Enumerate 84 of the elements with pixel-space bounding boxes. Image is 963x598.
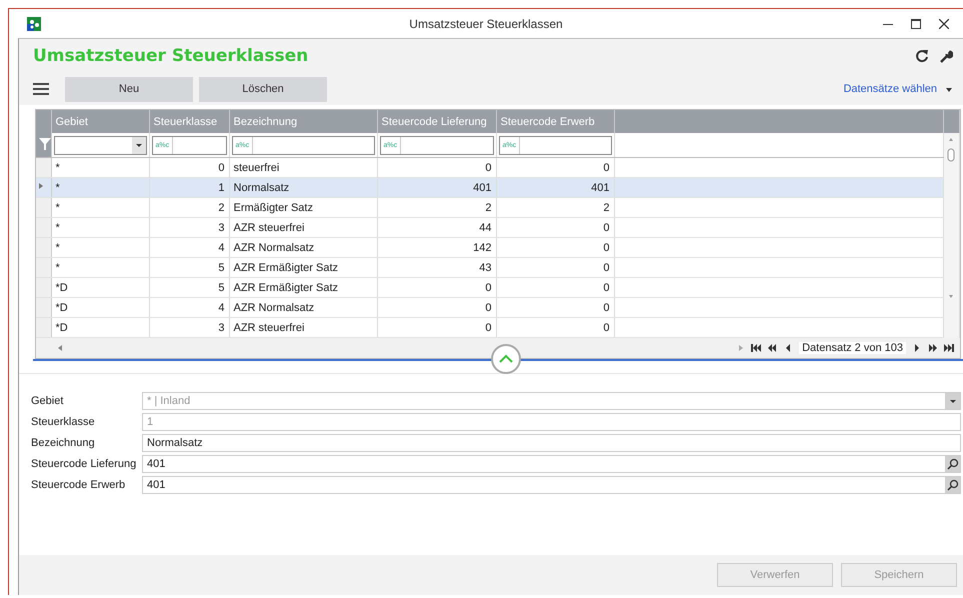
table-cell: 1: [218, 182, 224, 194]
table-cell: AZR Normalsatz: [234, 302, 314, 314]
table-cell: 2: [603, 202, 610, 214]
field-label: Steuercode Lieferung: [31, 458, 138, 470]
table-row[interactable]: * 5 AZR Ermäßigter Satz 43 0: [36, 258, 960, 278]
table-cell: 5: [218, 282, 224, 294]
toolbar-button[interactable]: Neu: [65, 76, 193, 102]
next-page-icon[interactable]: [928, 343, 938, 353]
table-cell: 0: [603, 242, 610, 254]
first-record-icon[interactable]: [751, 343, 762, 353]
app-icon: [27, 16, 41, 30]
field-label: Steuercode Erwerb: [31, 479, 126, 491]
table-cell: AZR Normalsatz: [234, 242, 314, 254]
scroll-left-icon[interactable]: [56, 343, 64, 353]
table-cell: 43: [479, 262, 492, 274]
toolbar-button[interactable]: Löschen: [199, 76, 327, 102]
filter-icon: [38, 136, 52, 150]
table-row[interactable]: *D 4 AZR Normalsatz 0 0: [36, 298, 960, 318]
table-cell: 0: [603, 302, 610, 314]
table-cell: 0: [485, 302, 492, 314]
search-icon[interactable]: [946, 458, 958, 470]
field-label: Bezeichnung: [31, 437, 96, 449]
table-cell: AZR steuerfrei: [234, 322, 304, 334]
table-cell: *D: [56, 282, 68, 294]
field-label: Steuerklasse: [31, 416, 96, 428]
table-cell: AZR steuerfrei: [234, 222, 304, 234]
table-cell: 0: [485, 282, 492, 294]
table-cell: 0: [603, 162, 610, 174]
table-cell: 3: [218, 322, 224, 334]
input-field[interactable]: Normalsatz: [142, 434, 961, 452]
table-cell: Ermäßigter Satz: [234, 202, 313, 214]
table-row[interactable]: *D 5 AZR Ermäßigter Satz 0 0: [36, 278, 960, 298]
caret-icon[interactable]: [134, 141, 142, 149]
table-cell: *: [56, 162, 60, 174]
table-cell: 4: [218, 242, 224, 254]
filter-field[interactable]: [54, 136, 146, 154]
table-cell: 0: [485, 322, 492, 334]
table-cell: 4: [218, 302, 224, 314]
table-cell: 2: [218, 202, 224, 214]
table-cell: 142: [473, 242, 492, 254]
table-cell: 0: [485, 162, 492, 174]
field-label: Gebiet: [31, 395, 64, 407]
table-cell: *: [56, 222, 60, 234]
table-row[interactable]: * 3 AZR steuerfrei 44 0: [36, 218, 960, 238]
table-cell: *: [56, 242, 60, 254]
table-cell: 0: [603, 282, 610, 294]
record-select-link[interactable]: Datensätze wählen: [843, 83, 937, 95]
table-cell: 401: [591, 182, 610, 194]
table-cell: 0: [603, 322, 610, 334]
last-record-icon[interactable]: [944, 343, 954, 353]
table-cell: *D: [56, 302, 68, 314]
record-counter: Datensatz 2 von 103: [799, 342, 906, 354]
window-title: Umsatzsteuer Steuerklassen: [409, 16, 563, 30]
table-cell: *: [56, 202, 60, 214]
previous-page-icon[interactable]: [767, 343, 778, 353]
table-row[interactable]: * 1 Normalsatz 401 401: [36, 178, 960, 198]
table-row[interactable]: * 2 Ermäßigter Satz 2 2: [36, 198, 960, 218]
table-cell: 0: [218, 162, 224, 174]
table-cell: 3: [218, 222, 224, 234]
caret-icon[interactable]: [945, 85, 953, 93]
table-cell: 5: [218, 262, 224, 274]
table-row[interactable]: * 4 AZR Normalsatz 142 0: [36, 238, 960, 258]
lookup-field[interactable]: 401: [142, 476, 961, 494]
table-cell: *: [56, 182, 60, 194]
table-cell: Normalsatz: [234, 182, 290, 194]
table-cell: *D: [56, 322, 68, 334]
table-cell: 0: [603, 262, 610, 274]
lookup-field[interactable]: 401: [142, 455, 961, 473]
table-cell: AZR Ermäßigter Satz: [234, 282, 338, 294]
table-cell: steuerfrei: [234, 162, 280, 174]
table-cell: *: [56, 262, 60, 274]
menu-icon[interactable]: [33, 82, 49, 96]
table-cell: 44: [479, 222, 492, 234]
search-icon[interactable]: [946, 479, 958, 491]
maximize-icon[interactable]: [911, 18, 921, 28]
wrench-icon[interactable]: [939, 49, 953, 63]
next-record-icon[interactable]: [912, 343, 922, 353]
table-cell: AZR Ermäßigter Satz: [234, 262, 338, 274]
table-cell: 401: [473, 182, 492, 194]
close-icon[interactable]: [939, 18, 949, 28]
page-title: Umsatzsteuer Steuerklassen: [33, 46, 308, 66]
refresh-icon[interactable]: [915, 49, 929, 63]
table-cell: 2: [485, 202, 492, 214]
table-cell: 0: [603, 222, 610, 234]
